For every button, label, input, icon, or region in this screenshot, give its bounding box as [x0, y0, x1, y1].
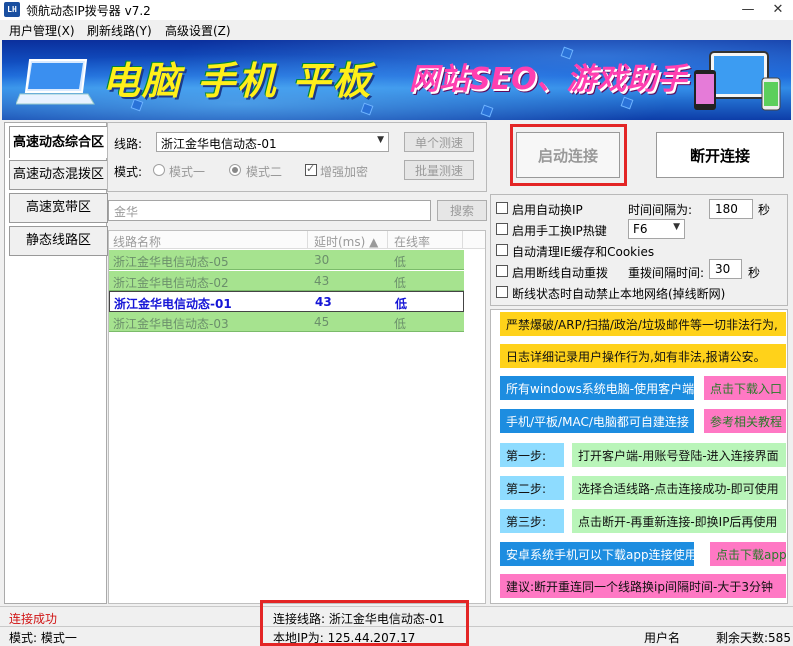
notice-logging: 日志详细记录用户操作行为,如有非法,报请公安。 [500, 344, 786, 368]
menu-advanced-settings[interactable]: 高级设置(Z) [165, 22, 231, 39]
connection-status: 连接成功 [9, 612, 58, 626]
left-nav: 高速动态综合区 高速动态混拨区 高速宽带区 静态线路区 [4, 122, 108, 604]
menu-refresh-lines[interactable]: 刷新线路(Y) [87, 22, 152, 39]
auto-ip-label: 启用自动换IP [512, 203, 583, 217]
redial-checkbox[interactable] [496, 265, 508, 277]
block-network-label: 断线状态时自动禁止本地网络(掉线断网) [512, 287, 726, 301]
hotkey-checkbox[interactable] [496, 223, 508, 235]
mode1-radio[interactable] [153, 164, 165, 176]
disconnect-button[interactable]: 断开连接 [656, 132, 784, 178]
list-row[interactable]: 浙江金华电信动态-03 45 低 [109, 312, 464, 332]
app-logo-icon: LH [4, 2, 20, 17]
line-list: 线路名称 延时(ms) ▲ 在线率 浙江金华电信动态-05 30 低 浙江金华电… [108, 230, 486, 604]
download-client-link[interactable]: 点击下载入口 [704, 376, 786, 400]
tablet-phone-icon [694, 51, 781, 111]
status-highlight-box [260, 600, 469, 646]
notice-android-app: 安卓系统手机可以下载app连接使用 [500, 542, 697, 566]
list-row[interactable]: 浙江金华电信动态-02 43 低 [109, 271, 464, 291]
hotkey-label: 启用手工换IP热键 [512, 224, 607, 238]
step2-label: 第二步: [500, 476, 564, 500]
encrypt-label: 增强加密 [320, 165, 369, 179]
single-speed-test-button[interactable]: 单个测速 [404, 132, 474, 152]
username-label: 用户名 [644, 631, 681, 645]
col-rate-header[interactable]: 在线率 [394, 233, 430, 250]
redial-unit: 秒 [748, 266, 761, 280]
batch-speed-test-button[interactable]: 批量测速 [404, 160, 474, 180]
laptop-icon [16, 59, 95, 105]
interval-input[interactable]: 180 [709, 199, 753, 219]
nav-item-static[interactable]: 静态线路区 [9, 226, 108, 256]
line-select[interactable]: 浙江金华电信动态-01 ▼ [156, 132, 389, 152]
search-input[interactable]: 金华 [108, 200, 431, 221]
list-row-selected[interactable]: 浙江金华电信动态-01 43 低 [109, 291, 464, 312]
minimize-icon[interactable]: — [733, 0, 763, 20]
banner-slogan-seo: 网站SEO、游戏助手 [409, 62, 687, 97]
start-connect-button[interactable]: 启动连接 [516, 132, 620, 178]
redial-label: 启用断线自动重拨 [512, 266, 609, 280]
hotkey-select[interactable]: F6 ▼ [628, 219, 685, 239]
encrypt-checkbox[interactable] [305, 162, 317, 176]
tutorial-link[interactable]: 参考相关教程 [704, 409, 786, 433]
step1-text: 打开客户端-用账号登陆-进入连接界面 [572, 443, 786, 467]
list-row[interactable]: 浙江金华电信动态-05 30 低 [109, 250, 464, 270]
banner-slogan-devices: 电脑 手机 平板 [102, 59, 373, 103]
clean-ie-label: 自动清理IE缓存和Cookies [512, 245, 655, 259]
nav-item-comprehensive[interactable]: 高速动态综合区 [9, 126, 108, 158]
redial-interval-label: 重拨间隔时间: [628, 266, 705, 280]
menu-user-management[interactable]: 用户管理(X) [9, 22, 75, 39]
mode2-radio[interactable] [229, 164, 241, 176]
line-label: 线路: [114, 137, 143, 151]
window-title: 领航动态IP拨号器 v7.2 [26, 4, 151, 18]
step2-text: 选择合适线路-点击连接成功-即可使用 [572, 476, 786, 500]
search-button[interactable]: 搜索 [437, 200, 487, 221]
banner: 电脑 手机 平板 网站SEO、游戏助手 [2, 40, 791, 120]
chevron-down-icon: ▼ [673, 222, 680, 232]
notice-self-build: 手机/平板/MAC/电脑都可自建连接 [500, 409, 694, 433]
download-app-link[interactable]: 点击下载app [710, 542, 787, 566]
mode1-label: 模式一 [169, 165, 206, 179]
notice-suggestion: 建议:断开重连同一个线路换ip间隔时间-大于3分钟 [500, 574, 786, 598]
col-delay-header[interactable]: 延时(ms) ▲ [314, 233, 378, 250]
interval-label: 时间间隔为: [628, 203, 693, 217]
nav-item-mixed[interactable]: 高速动态混拨区 [9, 160, 108, 190]
notice-windows-client: 所有windows系统电脑-使用客户端 [500, 376, 694, 400]
title-bar: LH 领航动态IP拨号器 v7.2 — ✕ [0, 0, 793, 20]
mode-status: 模式: 模式一 [9, 631, 77, 645]
auto-ip-checkbox[interactable] [496, 202, 508, 214]
step3-text: 点击断开-再重新连接-即换IP后再使用 [572, 509, 786, 533]
notice-prohibition: 严禁爆破/ARP/扫描/政治/垃圾邮件等一切非法行为, [500, 312, 786, 336]
col-name-header[interactable]: 线路名称 [113, 233, 161, 250]
menu-bar: 用户管理(X) 刷新线路(Y) 高级设置(Z) [0, 20, 793, 39]
chevron-down-icon: ▼ [377, 135, 384, 145]
step1-label: 第一步: [500, 443, 564, 467]
mode2-label: 模式二 [246, 165, 283, 179]
close-icon[interactable]: ✕ [763, 0, 793, 20]
remaining-days: 剩余天数:585 [716, 631, 791, 645]
block-network-checkbox[interactable] [496, 286, 508, 298]
list-header: 线路名称 延时(ms) ▲ 在线率 [109, 231, 485, 249]
mode-label: 模式: [114, 165, 143, 179]
interval-unit: 秒 [758, 203, 771, 217]
nav-item-broadband[interactable]: 高速宽带区 [9, 193, 108, 223]
clean-ie-checkbox[interactable] [496, 244, 508, 256]
step3-label: 第三步: [500, 509, 564, 533]
redial-interval-input[interactable]: 30 [709, 259, 742, 279]
